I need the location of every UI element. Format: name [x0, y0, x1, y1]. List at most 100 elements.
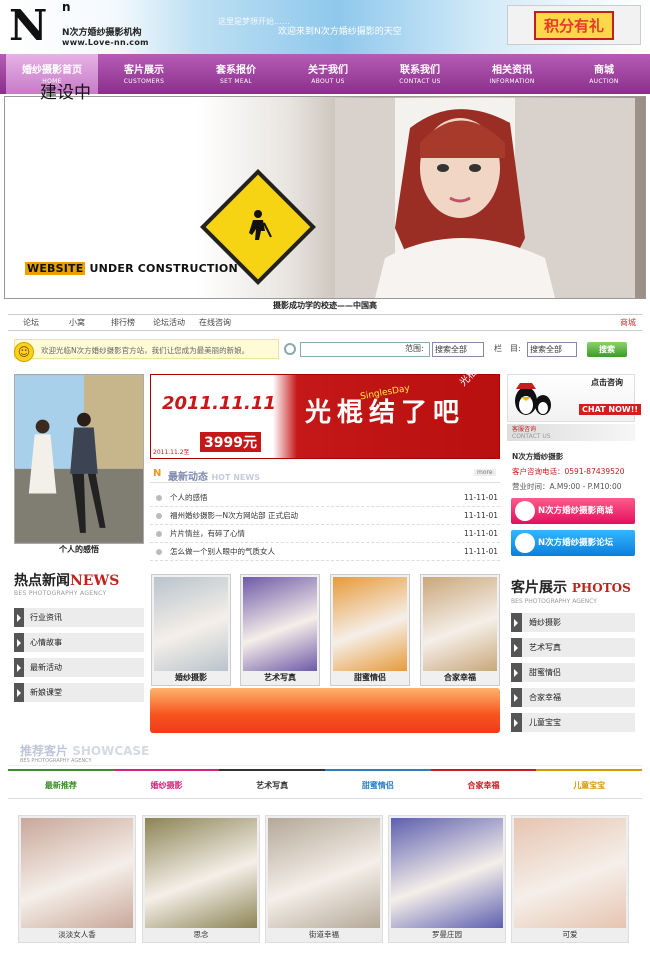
photos-title: 客片展示 PHOTOS — [511, 577, 631, 597]
right-item-baby[interactable]: 儿童宝宝 — [511, 713, 635, 732]
range-label: 范围: — [405, 344, 424, 353]
showcase-caption: 思念 — [193, 930, 209, 939]
news-row[interactable]: 福州婚纱摄影—N次方网站部 正式启动 11-11-01 — [150, 507, 500, 525]
column-select[interactable]: 搜索全部 — [527, 342, 577, 357]
hot-news-title: 热点新闻NEWS — [14, 570, 119, 590]
news-more-link[interactable]: more — [474, 469, 496, 476]
photos-title-en: PHOTOS — [571, 581, 631, 595]
gallery-thumb-portrait[interactable]: 艺术写真 — [240, 574, 320, 686]
tab-portrait[interactable]: 艺术写真 — [219, 769, 326, 798]
welcome-text: 欢迎来到N次方婚纱摄影的天空 — [278, 27, 402, 37]
chat-now-button[interactable]: CHAT NOW!! — [579, 404, 641, 415]
subnav-item[interactable]: 小窝 — [54, 315, 100, 330]
tab-baby[interactable]: 儿童宝宝 — [536, 769, 643, 798]
gallery-caption: 甜蜜情侣 — [354, 673, 386, 682]
gallery-thumb-family[interactable]: 合家幸福 — [420, 574, 500, 686]
smiley-icon: ☺ — [14, 342, 34, 362]
nav-sub: CONTACT US — [399, 78, 441, 85]
tab-family[interactable]: 合家幸福 — [430, 769, 537, 798]
banner-caption: 摄影成功学的校迹——中国高 — [273, 301, 377, 310]
showcase-photo[interactable]: 罗曼庄园 — [388, 815, 506, 943]
showcase-photo[interactable]: 思念 — [142, 815, 260, 943]
gallery-image — [333, 577, 407, 671]
news-row[interactable]: 个人的感悟 11-11-01 — [150, 489, 500, 507]
nav-item-information[interactable]: 相关资讯 INFORMATION — [466, 54, 558, 94]
showcase-caption: 淡淡女人香 — [58, 930, 96, 939]
promo-small: 2011.11.2至 — [153, 449, 190, 456]
promo-date: 2011.11.11 — [162, 393, 276, 414]
decorative-wave — [150, 688, 500, 733]
construction-title: 建设中 — [40, 83, 91, 103]
showcase-photo[interactable]: 淡淡女人香 — [18, 815, 136, 943]
search-icon — [284, 343, 296, 355]
right-item-portrait[interactable]: 艺术写真 — [511, 638, 635, 657]
tab-couple[interactable]: 甜蜜情侣 — [325, 769, 431, 798]
subnav-item[interactable]: 排行榜 — [100, 315, 146, 330]
showcase-image — [391, 818, 503, 928]
showcase-image — [514, 818, 626, 928]
nav-item-set-meal[interactable]: 套系报价 SET MEAL — [190, 54, 282, 94]
qq-click-label[interactable]: 点击咨询 — [591, 377, 623, 388]
showcase-caption: 罗曼庄园 — [432, 930, 462, 939]
tab-wedding[interactable]: 婚纱摄影 — [113, 769, 220, 798]
couple-photo[interactable] — [14, 374, 144, 544]
news-row[interactable]: 怎么做一个别人眼中的气质女人 11-11-01 — [150, 543, 500, 561]
logo-text: N次方婚纱摄影机构 — [62, 28, 142, 38]
right-item-family[interactable]: 合家幸福 — [511, 688, 635, 707]
news-row[interactable]: 片片情丝，有碎了心情 11-11-01 — [150, 525, 500, 543]
subnav-item[interactable]: 论坛 — [8, 315, 54, 330]
logo-mark[interactable]: N — [9, 5, 57, 47]
subnav-item[interactable]: 在线咨询 — [192, 315, 238, 330]
nav-label: 婚纱摄影首页 — [22, 65, 82, 76]
promo-price: 3999元 — [200, 432, 261, 452]
mall-button[interactable]: N次方婚纱摄影商城 — [511, 498, 635, 524]
bullet-icon — [156, 531, 162, 537]
left-item-bride-class[interactable]: 新娘课堂 — [14, 683, 144, 702]
gallery-caption: 婚纱摄影 — [175, 673, 207, 682]
sub-nav: 论坛 小窝 排行榜 论坛活动 在线咨询 商城 — [8, 314, 642, 331]
showcase-photo[interactable]: 街道幸福 — [265, 815, 383, 943]
couple-photo-caption[interactable]: 个人的感悟 — [14, 544, 144, 555]
showcase-caption: 街道幸福 — [309, 930, 339, 939]
right-item-wedding[interactable]: 婚纱摄影 — [511, 613, 635, 632]
nav-sub: INFORMATION — [489, 78, 535, 85]
news-title-en: HOT NEWS — [211, 473, 260, 482]
nav-item-about[interactable]: 关于我们 ABOUT US — [282, 54, 374, 94]
nav-item-auction[interactable]: 商城 AUCTION — [558, 54, 650, 94]
gallery-image — [154, 577, 228, 671]
business-hours: 营业时间：A.M9:00 - P.M10:00 — [512, 482, 622, 491]
news-title: 最新动态 HOT NEWS — [168, 468, 260, 483]
hot-news-cn: 热点新闻 — [14, 573, 70, 589]
subnav-item[interactable]: 论坛活动 — [146, 315, 192, 330]
nav-item-contact[interactable]: 联系我们 CONTACT US — [374, 54, 466, 94]
gallery-image — [243, 577, 317, 671]
news-row-title[interactable]: 怎么做一个别人眼中的气质女人 — [170, 543, 275, 560]
construction-text: WEBSITE UNDER CONSTRUCTION — [25, 262, 240, 276]
mall-button-label: N次方婚纱摄影商城 — [538, 506, 614, 516]
showcase-photo[interactable]: 可爱 — [511, 815, 629, 943]
gallery-image — [423, 577, 497, 671]
right-item-couple[interactable]: 甜蜜情侣 — [511, 663, 635, 682]
search-button[interactable]: 搜索 — [587, 342, 627, 357]
news-row-title[interactable]: 福州婚纱摄影—N次方网站部 正式启动 — [170, 507, 298, 524]
logo-url: www.Love-nn.com — [62, 38, 149, 47]
news-logo-icon: N — [153, 468, 162, 479]
showcase-image — [21, 818, 133, 928]
nav-item-customers[interactable]: 客片展示 CUSTOMERS — [98, 54, 190, 94]
nav-label: 客片展示 — [124, 65, 164, 76]
news-row-title[interactable]: 个人的感悟 — [170, 489, 208, 506]
subnav-shop-link[interactable]: 商城 — [620, 315, 636, 330]
tab-latest[interactable]: 最新推荐 — [8, 769, 114, 798]
news-title-cn: 最新动态 — [168, 472, 208, 483]
points-banner[interactable]: 积分有礼 — [507, 5, 641, 45]
nav-sub: CUSTOMERS — [123, 78, 165, 85]
left-item-activity[interactable]: 最新活动 — [14, 658, 144, 677]
gallery-caption: 艺术写真 — [264, 673, 296, 682]
gallery-thumb-wedding[interactable]: 婚纱摄影 — [151, 574, 231, 686]
left-item-industry[interactable]: 行业资讯 — [14, 608, 144, 627]
news-row-title[interactable]: 片片情丝，有碎了心情 — [170, 525, 245, 542]
gallery-thumb-couple[interactable]: 甜蜜情侣 — [330, 574, 410, 686]
forum-button[interactable]: N次方婚纱摄影论坛 — [511, 530, 635, 556]
range-select[interactable]: 搜索全部 — [432, 342, 484, 357]
left-item-mood[interactable]: 心情故事 — [14, 633, 144, 652]
